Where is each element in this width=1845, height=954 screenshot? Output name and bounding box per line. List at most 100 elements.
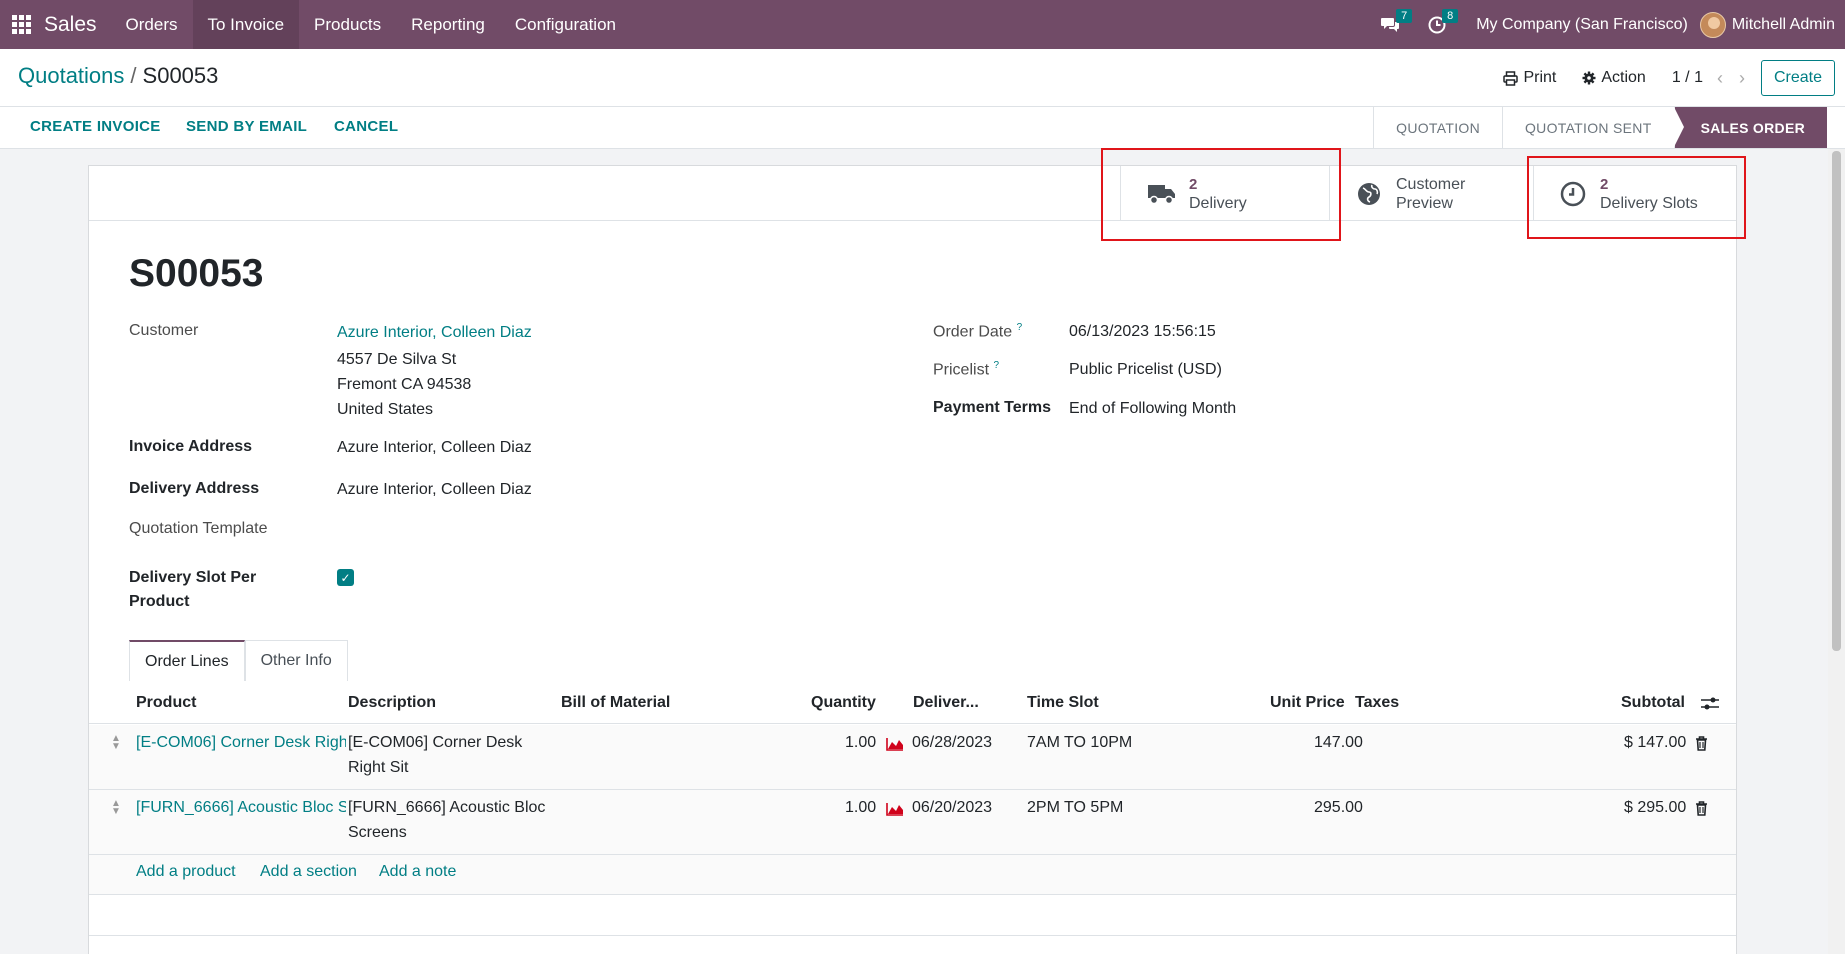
add-note-link[interactable]: Add a note (379, 863, 456, 881)
messaging-button[interactable]: 7 (1366, 0, 1414, 49)
customer-city: Fremont CA 94538 (337, 376, 472, 393)
row-description[interactable]: [E-COM06] Corner Desk Right Sit (348, 730, 522, 780)
order-date-field[interactable]: 06/13/2023 15:56:15 (1069, 319, 1216, 344)
breadcrumb-quotations[interactable]: Quotations (18, 63, 124, 88)
row-product[interactable]: [E-COM06] Corner Desk Right Sit (136, 730, 346, 755)
order-date-label: Order Date ? (933, 322, 1023, 341)
row-delivery-date[interactable]: 06/20/2023 (912, 795, 992, 820)
highlight-box-delivery (1101, 148, 1341, 241)
tab-other-info[interactable]: Other Info (244, 640, 348, 681)
delivery-address-label: Delivery Address (129, 480, 260, 497)
invoice-address-label: Invoice Address (129, 438, 253, 455)
column-bill-of-material[interactable]: Bill of Material (561, 694, 670, 712)
customer-street: 4557 De Silva St (337, 351, 457, 368)
company-switcher[interactable]: My Company (San Francisco) (1460, 16, 1700, 34)
help-icon[interactable]: ? (993, 360, 999, 371)
column-description[interactable]: Description (348, 694, 436, 712)
menu-reporting[interactable]: Reporting (396, 0, 500, 49)
customer-preview-line1: Customer (1396, 175, 1466, 193)
customer-preview-button[interactable]: Customer Preview (1329, 166, 1533, 221)
create-button[interactable]: Create (1760, 60, 1835, 96)
row-quantity[interactable]: 1.00 (845, 795, 876, 820)
print-button[interactable]: Print (1503, 69, 1556, 87)
quotation-template-label: Quotation Template (129, 520, 268, 537)
delivery-slot-label-line1: Delivery Slot Per (129, 569, 257, 586)
row-description[interactable]: [FURN_6666] Acoustic Bloc Screens (348, 795, 545, 845)
table-row[interactable]: ▲▼ [E-COM06] Corner Desk Right Sit [E-CO… (89, 725, 1736, 790)
help-icon[interactable]: ? (1017, 322, 1023, 333)
action-label: Action (1601, 69, 1646, 86)
activities-button[interactable]: 8 (1414, 0, 1460, 49)
page-scrollbar[interactable] (1828, 149, 1845, 954)
trash-icon[interactable] (1695, 736, 1708, 751)
notebook-tabs: Order Lines Other Info (129, 640, 348, 681)
delivery-slot-per-product-checkbox[interactable]: ✓ (337, 569, 354, 586)
cancel-button[interactable]: CANCEL (334, 118, 398, 135)
pager-next-icon[interactable]: › (1739, 68, 1745, 89)
tab-order-lines[interactable]: Order Lines (129, 640, 245, 681)
stage-quotation[interactable]: QUOTATION (1373, 107, 1502, 148)
stage-sales-order[interactable]: SALES ORDER (1673, 107, 1827, 148)
apps-menu-icon[interactable] (0, 0, 42, 49)
customer-preview-line2: Preview (1396, 194, 1453, 212)
drag-handle-icon[interactable]: ▲ ▼ (111, 799, 121, 817)
quotation-template-field[interactable] (337, 517, 637, 542)
payment-terms-field[interactable]: End of Following Month (1069, 396, 1236, 421)
column-time-slot[interactable]: Time Slot (1027, 694, 1099, 712)
pricelist-field[interactable]: Public Pricelist (USD) (1069, 357, 1222, 382)
optional-columns-icon[interactable] (1701, 696, 1719, 711)
menu-products[interactable]: Products (299, 0, 396, 49)
stage-quotation-sent[interactable]: QUOTATION SENT (1501, 107, 1674, 148)
delivery-slot-label-line2: Product (129, 593, 190, 610)
print-icon (1503, 70, 1519, 86)
menu-orders[interactable]: Orders (111, 0, 193, 49)
avatar (1699, 11, 1726, 38)
create-invoice-button[interactable]: CREATE INVOICE (30, 118, 161, 135)
menu-to-invoice[interactable]: To Invoice (192, 0, 300, 49)
add-section-link[interactable]: Add a section (260, 863, 357, 881)
area-chart-icon[interactable] (886, 802, 904, 816)
row-delivery-date[interactable]: 06/28/2023 (912, 730, 992, 755)
column-quantity[interactable]: Quantity (811, 694, 876, 712)
column-taxes[interactable]: Taxes (1355, 694, 1399, 712)
area-chart-icon[interactable] (886, 737, 904, 751)
trash-icon[interactable] (1695, 801, 1708, 816)
gear-icon (1582, 71, 1596, 85)
globe-icon (1354, 179, 1384, 209)
send-by-email-button[interactable]: SEND BY EMAIL (186, 118, 307, 135)
table-row[interactable]: ▲▼ [FURN_6666] Acoustic Bloc Screens [FU… (89, 790, 1736, 855)
form-sheet: 2 Delivery Customer Preview 2 Delivery S… (88, 165, 1737, 954)
column-unit-price[interactable]: Unit Price (1270, 694, 1345, 712)
smart-button-box: 2 Delivery Customer Preview 2 Delivery S… (89, 166, 1736, 221)
invoice-address-field[interactable]: Azure Interior, Colleen Diaz (337, 435, 532, 460)
print-label: Print (1523, 69, 1557, 86)
row-subtotal: $ 147.00 (1624, 734, 1687, 751)
row-unit-price[interactable]: 295.00 (1314, 795, 1363, 820)
delivery-address-field[interactable]: Azure Interior, Colleen Diaz (337, 477, 532, 502)
empty-row (89, 895, 1736, 936)
stage-pipeline: QUOTATION QUOTATION SENT SALES ORDER (1373, 107, 1827, 148)
row-unit-price[interactable]: 147.00 (1314, 730, 1363, 755)
messages-count-badge: 7 (1396, 9, 1413, 23)
action-button[interactable]: Action (1582, 69, 1646, 87)
row-time-slot[interactable]: 7AM TO 10PM (1027, 730, 1132, 755)
status-bar: CREATE INVOICE SEND BY EMAIL CANCEL QUOT… (0, 107, 1845, 149)
user-name: Mitchell Admin (1731, 15, 1835, 33)
row-quantity[interactable]: 1.00 (845, 730, 876, 755)
pager-value[interactable]: 1 / 1 (1672, 69, 1703, 87)
app-brand[interactable]: Sales (42, 0, 111, 49)
page-title: S00053 (129, 252, 264, 295)
menu-configuration[interactable]: Configuration (500, 0, 631, 49)
column-subtotal[interactable]: Subtotal (1621, 694, 1685, 712)
pager-previous-icon[interactable]: ‹ (1717, 68, 1723, 89)
row-time-slot[interactable]: 2PM TO 5PM (1027, 795, 1123, 820)
row-product[interactable]: [FURN_6666] Acoustic Bloc Screens (136, 795, 346, 820)
drag-handle-icon[interactable]: ▲ ▼ (111, 734, 121, 752)
top-navbar: Sales Orders To Invoice Products Reporti… (0, 0, 1845, 49)
customer-field[interactable]: Azure Interior, Colleen Diaz (337, 320, 532, 345)
scrollbar-thumb[interactable] (1832, 151, 1841, 651)
column-delivery-date[interactable]: Deliver... (913, 694, 979, 712)
column-product[interactable]: Product (136, 694, 196, 712)
add-product-link[interactable]: Add a product (136, 863, 236, 881)
user-menu[interactable]: Mitchell Admin (1699, 11, 1845, 38)
